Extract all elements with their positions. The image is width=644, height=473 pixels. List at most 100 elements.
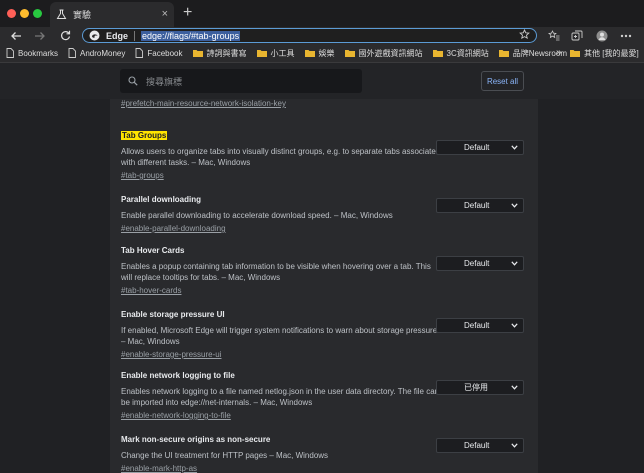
select-value: Default <box>464 201 490 210</box>
other-favorites-folder[interactable]: 其他 [我的最愛] <box>570 44 639 62</box>
experiment-description: If enabled, Microsoft Edge will trigger … <box>121 326 440 346</box>
page-icon <box>135 48 144 58</box>
experiment-select-mark-http-as[interactable]: Default <box>436 438 524 453</box>
experiment-select-tab-hover-cards[interactable]: Default <box>436 256 524 271</box>
favorites-icon <box>548 30 560 41</box>
favorite-star-icon[interactable] <box>519 29 530 40</box>
settings-menu-button[interactable] <box>618 27 634 44</box>
window-close-button[interactable] <box>7 9 16 18</box>
bookmark-folder[interactable]: 國外遊戲資訊網站 <box>344 48 423 59</box>
bookmark-label: Facebook <box>147 48 183 58</box>
address-bar[interactable]: Edge edge://flags/#tab-groups <box>82 28 537 43</box>
search-icon <box>128 76 138 86</box>
bookmark-item[interactable]: AndroMoney <box>68 48 125 58</box>
tab-close-icon[interactable]: × <box>162 9 168 20</box>
chevron-down-icon <box>511 261 518 266</box>
tab-title: 實驗 <box>73 10 92 20</box>
bookmark-folder[interactable]: 娛樂 <box>304 48 335 59</box>
experiment-name: Parallel downloading <box>121 195 202 204</box>
page-icon <box>6 48 14 58</box>
experiment-tab-groups: Tab Groups Allows users to organize tabs… <box>121 125 441 181</box>
experiment-anchor-link[interactable]: #prefetch-main-resource-network-isolatio… <box>121 99 286 108</box>
experiment-anchor-link[interactable]: #enable-storage-pressure-ui <box>121 349 441 360</box>
bookmark-label: 其他 [我的最愛] <box>584 48 639 58</box>
select-value: Default <box>464 441 490 450</box>
chevron-down-icon <box>511 323 518 328</box>
toolbar: Edge edge://flags/#tab-groups <box>0 27 644 44</box>
window-maximize-button[interactable] <box>33 9 42 18</box>
bookmark-label: AndroMoney <box>80 48 126 58</box>
arrow-right-icon <box>35 31 45 40</box>
url-text[interactable]: edge://flags/#tab-groups <box>141 30 241 41</box>
forward-button[interactable] <box>32 27 48 44</box>
reload-icon <box>60 30 70 41</box>
folder-icon <box>192 50 203 57</box>
folder-icon <box>570 50 580 57</box>
bookmark-label: Bookmarks <box>18 48 59 58</box>
folder-icon <box>304 50 315 57</box>
experiment-select-network-logging[interactable]: 已停用 <box>436 380 524 395</box>
window-minimize-button[interactable] <box>20 9 29 18</box>
chevron-down-icon <box>511 385 518 390</box>
experiment-anchor-link[interactable]: #enable-mark-http-as <box>121 463 441 473</box>
select-value: Default <box>464 143 490 152</box>
experiment-select-tab-groups[interactable]: Default <box>436 140 524 155</box>
page-margin <box>0 99 110 473</box>
flask-icon <box>56 9 67 20</box>
select-value: 已停用 <box>464 383 488 392</box>
chevron-down-icon <box>511 443 518 448</box>
bookmark-item[interactable]: Facebook <box>135 48 183 58</box>
experiment-description: Enables network logging to a file named … <box>121 387 440 407</box>
back-button[interactable] <box>8 27 24 44</box>
bookmark-folder[interactable]: 3C資訊網站 <box>432 48 489 59</box>
experiment-name: Mark non-secure origins as non-secure <box>121 435 271 444</box>
bookmark-folder[interactable]: 小工具 <box>256 48 295 59</box>
select-value: Default <box>464 259 490 268</box>
chevron-down-icon <box>511 145 518 150</box>
collections-button[interactable] <box>569 27 585 44</box>
bookmarks-overflow-button[interactable]: » <box>556 47 562 58</box>
tab-strip: 實驗 × + <box>0 0 644 27</box>
tab-flags[interactable]: 實驗 × <box>50 2 174 27</box>
experiment-parallel-downloading: Parallel downloading Enable parallel dow… <box>121 189 441 234</box>
folder-icon <box>256 50 267 57</box>
flags-header: 搜尋旗標 Reset all <box>0 63 644 99</box>
chevron-down-icon <box>511 203 518 208</box>
reset-all-button[interactable]: Reset all <box>481 71 524 91</box>
experiment-anchor-link[interactable]: #tab-groups <box>121 170 441 181</box>
experiment-anchor-link[interactable]: #tab-hover-cards <box>121 285 441 296</box>
favorites-bar-button[interactable] <box>546 27 562 44</box>
experiment-description: Change the UI treatment for HTTP pages –… <box>121 451 329 460</box>
more-icon <box>620 34 632 37</box>
flags-page: 搜尋旗標 Reset all #prefetch-main-resource-n… <box>0 63 644 473</box>
experiments-list: #prefetch-main-resource-network-isolatio… <box>110 99 538 473</box>
bookmark-folder[interactable]: 詩詞與書寫 <box>192 48 247 59</box>
experiment-tab-hover-cards: Tab Hover Cards Enables a popup containi… <box>121 240 441 296</box>
experiment-mark-http-as: Mark non-secure origins as non-secure Ch… <box>121 429 441 473</box>
experiment-select-storage-pressure-ui[interactable]: Default <box>436 318 524 333</box>
experiment-name: Tab Groups <box>121 131 168 140</box>
reload-button[interactable] <box>57 27 73 44</box>
experiment-select-parallel-downloading[interactable]: Default <box>436 198 524 213</box>
flags-search-input[interactable]: 搜尋旗標 <box>120 69 362 93</box>
bookmarks-bar: Bookmarks AndroMoney Facebook 詩詞與書寫 小工具 … <box>0 44 644 63</box>
collections-icon <box>571 30 583 40</box>
avatar-icon <box>596 30 608 41</box>
arrow-left-icon <box>11 31 21 40</box>
new-tab-button[interactable]: + <box>183 4 192 22</box>
experiment-anchor-link[interactable]: #enable-network-logging-to-file <box>121 410 441 421</box>
bookmark-label: 詩詞與書寫 <box>206 48 247 58</box>
bookmark-item[interactable]: Bookmarks <box>6 48 58 58</box>
experiment-description: Enables a popup containing tab informati… <box>121 262 431 282</box>
bookmark-label: 3C資訊網站 <box>446 48 489 58</box>
bookmark-label: 國外遊戲資訊網站 <box>358 48 423 58</box>
search-placeholder: 搜尋旗標 <box>146 76 183 87</box>
profile-button[interactable] <box>594 27 610 44</box>
edge-logo-icon <box>89 30 100 41</box>
experiment-anchor-link[interactable]: #enable-parallel-downloading <box>121 223 441 234</box>
bookmark-label: 娛樂 <box>318 48 335 58</box>
bookmark-label: 小工具 <box>270 48 295 58</box>
folder-icon <box>498 50 509 57</box>
experiment-storage-pressure-ui: Enable storage pressure UI If enabled, M… <box>121 304 441 360</box>
select-value: Default <box>464 321 490 330</box>
